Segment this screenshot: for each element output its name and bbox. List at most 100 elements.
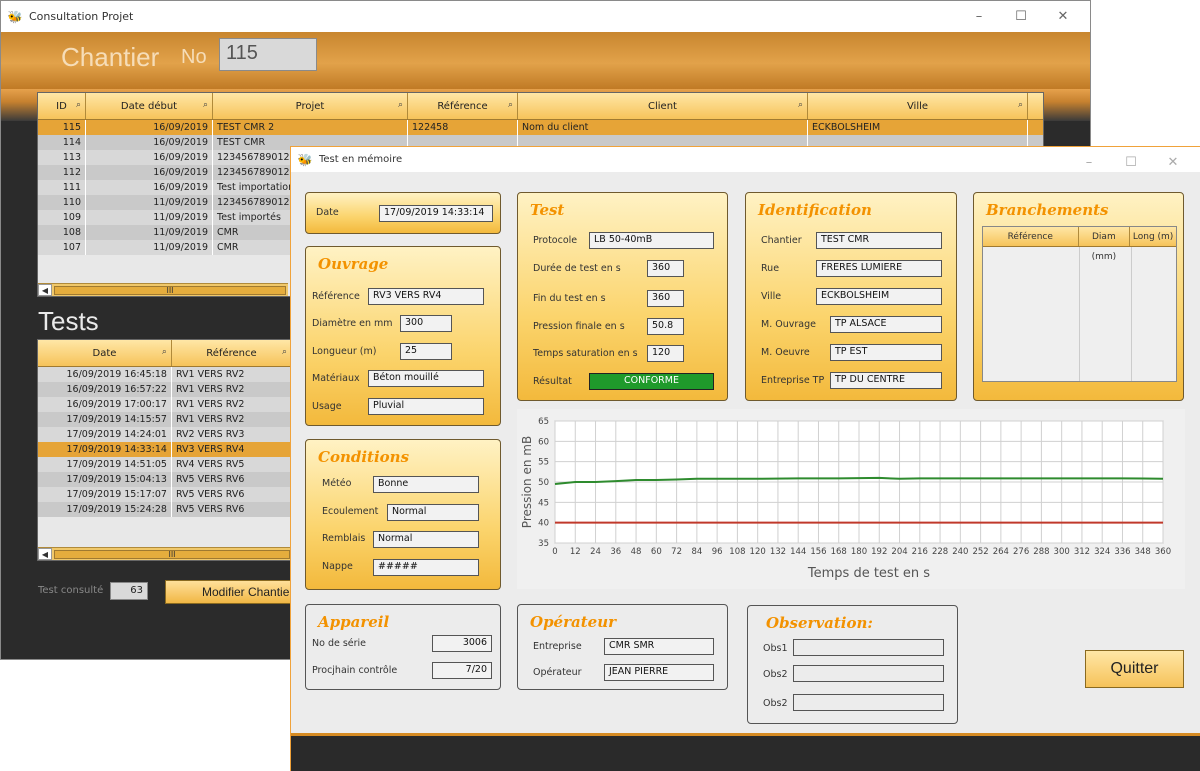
obs1-field[interactable] [793,639,944,656]
x-tick-label: 324 [1094,547,1110,557]
close-button[interactable]: ✕ [1152,155,1194,170]
table-cell: 17/09/2019 14:33:14 [38,442,172,457]
table-row[interactable]: 16/09/2019 17:00:17 RV1 VERS RV2 [38,397,292,412]
minimize-button[interactable]: – [958,9,1000,24]
meteo-field: Bonne [373,476,479,493]
remblais-label: Remblais [322,533,366,544]
table-row[interactable]: 17/09/2019 14:15:57 RV1 VERS RV2 [38,412,292,427]
pressure-chart: 0 12 24 36 48 60 72 84 96 108 120 132 144 156 168 180 19… [517,409,1185,589]
table-cell: 17/09/2019 15:24:28 [38,502,172,517]
serie-field: 3006 [432,635,492,652]
materiaux-field: Béton mouillé [368,370,484,387]
table-cell: RV1 VERS RV2 [172,412,292,427]
table-row[interactable]: 16/09/2019 16:57:22 RV1 VERS RV2 [38,382,292,397]
column-header[interactable]: Référence ⌕ [172,340,292,366]
modifier-chantier-button[interactable]: Modifier Chantier [165,580,305,604]
table-row[interactable]: 17/09/2019 14:51:05 RV4 VERS RV5 [38,457,292,472]
scroll-left-icon[interactable]: ◀ [38,548,52,560]
column-header[interactable]: Client ⌕ [518,93,808,119]
column-header[interactable]: Date ⌕ [38,340,172,366]
table-row[interactable]: 16/09/2019 16:45:18 RV1 VERS RV2 [38,367,292,382]
branchements-panel: Branchements Référence Diam (mm) Long (m… [973,192,1184,401]
quitter-button[interactable]: Quitter [1085,650,1184,688]
tests-hscroll[interactable]: ◀ III [38,547,292,560]
close-button[interactable]: ✕ [1042,9,1084,24]
x-tick-label: 348 [1135,547,1151,557]
observation-title: Observation: [766,614,873,632]
usage-field: Pluvial [368,398,484,415]
filter-icon[interactable]: ⌕ [282,347,287,357]
test-consulte-value: 63 [110,582,148,600]
filter-icon[interactable]: ⌕ [798,100,803,110]
obs1-label: Obs1 [763,643,788,654]
column-header-label: Projet [295,100,325,112]
m-ouvrage-label: M. Ouvrage [761,319,816,330]
table-cell: 17/09/2019 14:15:57 [38,412,172,427]
resultat-label: Résultat [533,376,572,387]
x-tick-label: 144 [790,547,806,557]
branchements-title: Branchements [986,201,1109,219]
materiaux-label: Matériaux [312,373,360,384]
title-bar: 🐝 Consultation Projet – ☐ ✕ [1,1,1090,32]
scroll-left-icon[interactable]: ◀ [38,284,52,296]
x-tick-label: 120 [750,547,766,557]
column-header[interactable]: Référence ⌕ [408,93,518,119]
test-memoire-window: 🐝 Test en mémoire – ☐ ✕ Date 17/09/2019 … [290,146,1200,771]
observation-panel: Observation: Obs1 Obs2 Obs2 [747,605,958,724]
column-header[interactable]: Ville ⌕ [808,93,1028,119]
filter-icon[interactable]: ⌕ [203,100,208,110]
x-tick-label: 48 [631,547,642,557]
table-cell: 17/09/2019 15:17:07 [38,487,172,502]
table-row[interactable]: 115 16/09/2019 TEST CMR 2 122458 Nom du clie… [38,120,1043,135]
x-tick-label: 36 [610,547,621,557]
col-reference: Référence [983,227,1079,246]
scroll-thumb[interactable]: III [54,285,286,295]
filter-icon[interactable]: ⌕ [162,347,167,357]
column-header[interactable]: Date début ⌕ [86,93,213,119]
table-cell: 111 [38,180,86,195]
operateur-label: Opérateur [533,667,582,678]
tests-grid[interactable]: Date ⌕ Référence ⌕ 16/09/2019 16:45:18 RV1 V… [37,339,293,561]
column-header[interactable]: Projet ⌕ [213,93,408,119]
table-row[interactable]: 17/09/2019 14:24:01 RV2 VERS RV3 [38,427,292,442]
obs3-field[interactable] [793,694,944,711]
maximize-button[interactable]: ☐ [1110,155,1152,170]
column-header[interactable]: ID ⌕ [38,93,86,119]
chantier-number-field[interactable]: 115 [219,38,317,71]
filter-icon[interactable]: ⌕ [508,100,513,110]
branchements-grid[interactable]: Référence Diam (mm) Long (m) [982,226,1177,382]
scroll-thumb[interactable]: III [54,549,290,559]
filter-icon[interactable]: ⌕ [76,100,81,110]
minimize-button[interactable]: – [1068,155,1110,170]
x-tick-label: 300 [1054,547,1070,557]
rue-label: Rue [761,263,780,274]
duree-field: 360 [647,260,684,277]
table-cell: 11/09/2019 [86,240,213,255]
filter-icon[interactable]: ⌕ [398,100,403,110]
date-label: Date [316,207,339,218]
filter-icon[interactable]: ⌕ [1018,100,1023,110]
table-row[interactable]: 17/09/2019 14:33:14 RV3 VERS RV4 [38,442,292,457]
maximize-button[interactable]: ☐ [1000,9,1042,24]
obs2-field[interactable] [793,665,944,682]
test-title: Test [530,201,565,219]
projects-hscroll[interactable]: ◀ III [38,283,288,296]
table-row[interactable]: 17/09/2019 15:17:07 RV5 VERS RV6 [38,487,292,502]
col-long: Long (m) [1132,232,1174,242]
op-entreprise-field: CMR SMR [604,638,714,655]
operateur-title: Opérateur [530,613,617,631]
table-row[interactable]: 17/09/2019 15:04:13 RV5 VERS RV6 [38,472,292,487]
table-cell: 109 [38,210,86,225]
fin-label: Fin du test en s [533,293,606,304]
table-row[interactable]: 17/09/2019 15:24:28 RV5 VERS RV6 [38,502,292,517]
grid-divider [1131,247,1132,381]
table-cell: ECKBOLSHEIM [808,120,1028,135]
entreprise-tp-label: Entreprise TP [761,375,825,386]
x-tick-label: 228 [932,547,948,557]
date-field: 17/09/2019 14:33:14 [379,205,493,222]
y-tick-label: 60 [538,437,549,447]
title-bar: 🐝 Test en mémoire – ☐ ✕ [291,147,1200,172]
conditions-title: Conditions [318,448,410,466]
x-tick-label: 132 [770,547,786,557]
x-tick-label: 204 [891,547,907,557]
